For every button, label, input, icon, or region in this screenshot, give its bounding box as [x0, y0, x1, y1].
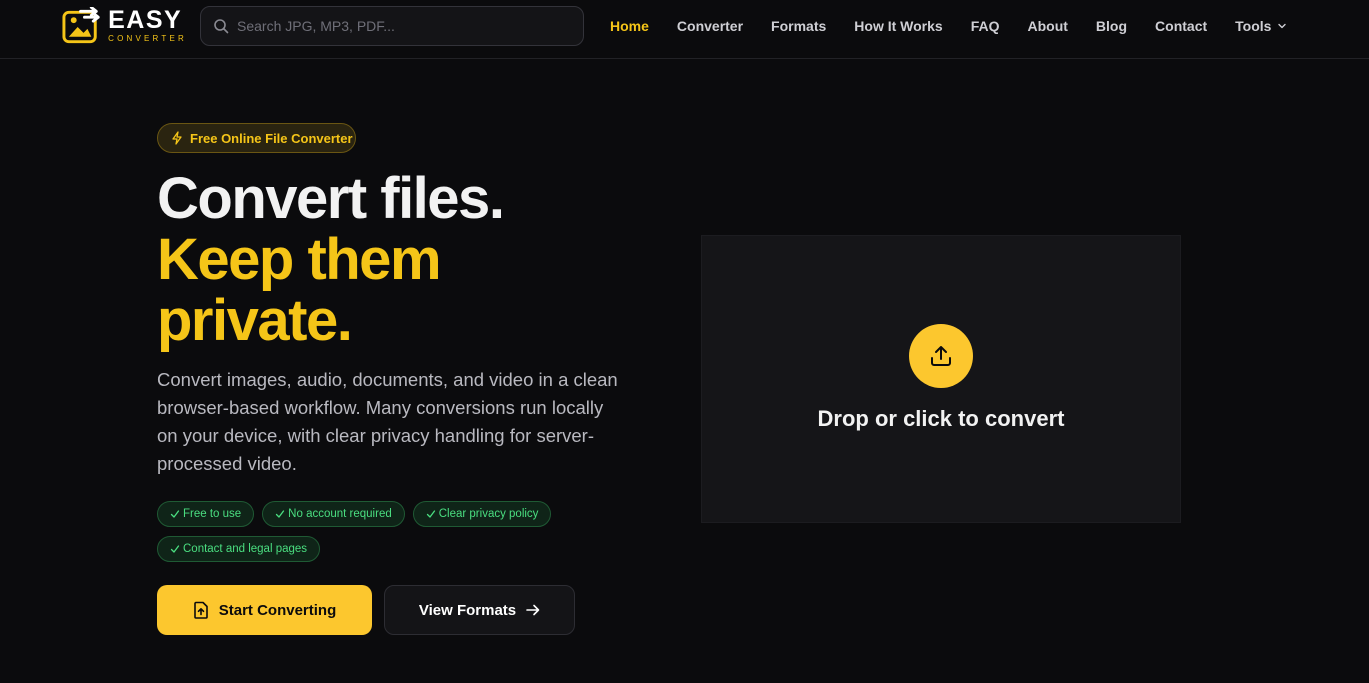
chip-privacy-policy: Clear privacy policy — [412, 501, 552, 527]
brand-wordmark: EASY CONVERTER — [108, 8, 187, 44]
search-icon — [214, 19, 229, 34]
view-formats-label: View Formats — [418, 601, 517, 619]
feature-chips: Free to use No account required Clear pr… — [157, 501, 617, 562]
nav-how-it-works[interactable]: How It Works — [854, 18, 942, 34]
search-box[interactable] — [200, 6, 584, 46]
arrow-right-icon — [526, 604, 540, 616]
upload-button[interactable] — [909, 324, 973, 388]
nav-tools-dropdown[interactable]: Tools — [1235, 18, 1287, 34]
chip-label: Free to use — [183, 508, 242, 520]
logo-image-icon — [62, 7, 100, 44]
chip-no-account: No account required — [262, 501, 405, 527]
nav-formats[interactable]: Formats — [771, 18, 826, 34]
chip-contact-legal: Contact and legal pages — [157, 536, 321, 562]
nav-tools-label: Tools — [1235, 18, 1272, 34]
start-converting-label: Start Converting — [218, 601, 337, 619]
check-icon — [170, 510, 180, 518]
hero-headline: Convert files. Keep them private. — [157, 168, 677, 351]
check-icon — [426, 510, 435, 518]
brand-logo[interactable]: EASY CONVERTER — [61, 7, 187, 45]
headline-line-3: private. — [157, 288, 353, 353]
chevron-down-icon — [1278, 23, 1287, 29]
hero-badge: Free Online File Converter — [157, 123, 356, 153]
nav-converter-label: Converter — [676, 18, 744, 34]
nav-contact-label: Contact — [1155, 18, 1208, 34]
headline-line-1: Convert files. — [157, 166, 505, 231]
nav-blog[interactable]: Blog — [1096, 18, 1127, 34]
hero-badge-label: Free Online File Converter — [190, 130, 353, 146]
nav-formats-label: Formats — [771, 18, 827, 34]
chip-free-to-use: Free to use — [157, 501, 255, 527]
nav-contact[interactable]: Contact — [1155, 18, 1207, 34]
lightning-icon — [172, 131, 182, 145]
nav-faq[interactable]: FAQ — [971, 18, 1000, 34]
upload-icon — [931, 346, 951, 366]
nav-home-label: Home — [610, 18, 649, 34]
nav-converter[interactable]: Converter — [677, 18, 743, 34]
nav-home[interactable]: Home — [610, 18, 649, 34]
chip-label: Clear privacy policy — [438, 508, 539, 520]
nav-blog-label: Blog — [1095, 18, 1128, 34]
brand-tagline: CONVERTER — [108, 34, 187, 43]
nav-how-it-works-label: How It Works — [854, 18, 943, 34]
check-icon — [170, 545, 180, 553]
start-converting-button[interactable]: Start Converting — [157, 585, 372, 635]
brand-name: EASY — [108, 6, 183, 34]
nav-about-label: About — [1027, 18, 1068, 34]
nav-faq-label: FAQ — [970, 18, 1000, 34]
chip-label: No account required — [288, 508, 392, 520]
search-input[interactable] — [237, 18, 557, 34]
file-upload-icon — [193, 601, 208, 619]
chip-label: Contact and legal pages — [183, 543, 308, 555]
headline-line-2: Keep them — [157, 227, 442, 292]
hero-description: Convert images, audio, documents, and vi… — [157, 369, 618, 474]
check-icon — [276, 510, 285, 518]
main-nav: Home Converter Formats How It Works FAQ … — [596, 0, 1287, 52]
dropzone-label: Drop or click to convert — [817, 406, 1065, 431]
top-navigation-bar: EASY CONVERTER Home Converter Formats Ho… — [0, 0, 1369, 59]
nav-about[interactable]: About — [1027, 18, 1067, 34]
view-formats-button[interactable]: View Formats — [384, 585, 575, 635]
file-dropzone[interactable]: Drop or click to convert — [701, 235, 1181, 523]
